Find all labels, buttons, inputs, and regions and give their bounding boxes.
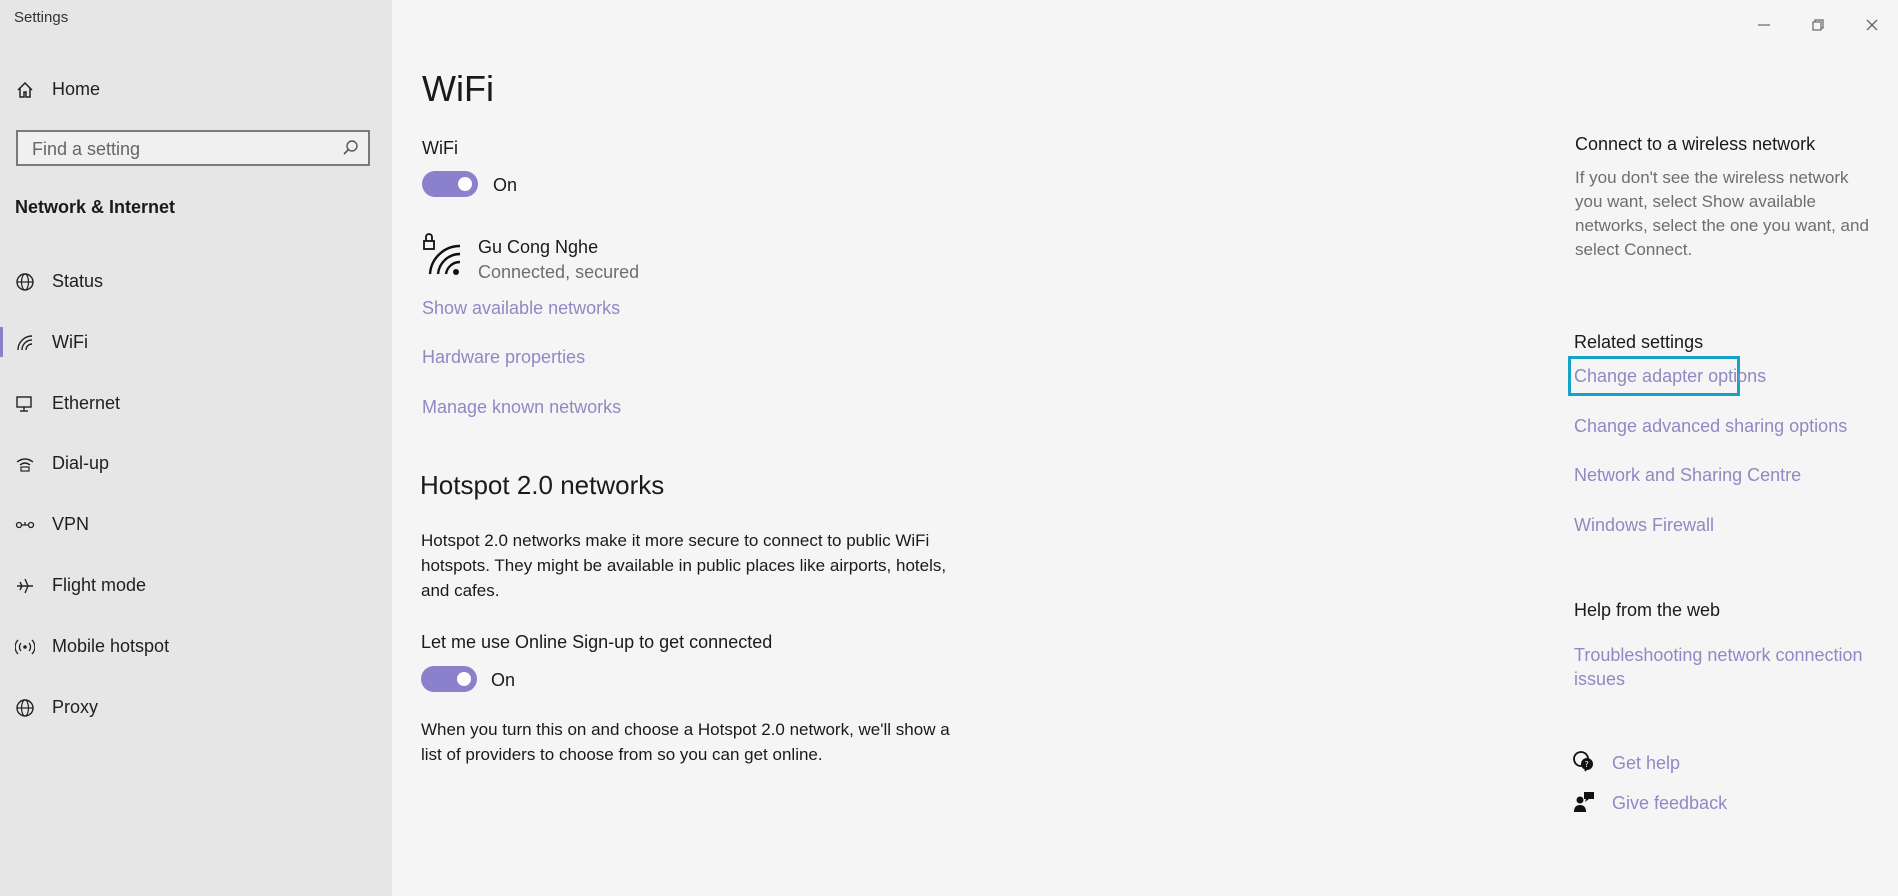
troubleshooting-link[interactable]: Troubleshooting network connection issue…: [1574, 643, 1863, 691]
windows-firewall-link[interactable]: Windows Firewall: [1574, 515, 1714, 536]
related-settings-heading: Related settings: [1574, 332, 1704, 352]
network-status: Connected, secured: [478, 262, 640, 282]
hotspot-description-line: and cafes.: [421, 581, 500, 600]
online-signup-toggle-state: On: [491, 670, 516, 690]
sidebar-item-mobile-hotspot[interactable]: Mobile hotspot: [0, 623, 392, 669]
secured-wifi-icon: [422, 232, 461, 278]
ethernet-icon: [14, 393, 36, 415]
show-available-networks-link[interactable]: Show available networks: [422, 298, 620, 319]
help-from-web-heading: Help from the web: [1574, 600, 1721, 620]
section-title: Network & Internet: [15, 197, 176, 217]
hotspot-description: Hotspot 2.0 networks make it more secure…: [421, 528, 946, 603]
sidebar-item-proxy[interactable]: Proxy: [0, 684, 392, 730]
toggle-knob: [457, 672, 471, 686]
wifi-icon: [14, 332, 36, 354]
search-box[interactable]: [16, 130, 370, 166]
sidebar-item-label: Proxy: [52, 696, 99, 717]
hotspot-heading: Hotspot 2.0 networks: [420, 470, 665, 500]
online-signup-note: When you turn this on and choose a Hotsp…: [421, 717, 950, 767]
search-input[interactable]: [30, 138, 334, 160]
sidebar-item-label: Dial-up: [52, 452, 110, 473]
sidebar-item-label: Status: [52, 270, 104, 291]
svg-text:?: ?: [1585, 760, 1589, 769]
globe-icon: [14, 271, 36, 293]
connect-wireless-heading: Connect to a wireless network: [1575, 134, 1816, 154]
restore-icon[interactable]: [1805, 12, 1831, 38]
connect-wireless-line: select Connect.: [1575, 240, 1693, 259]
hotspot-description-line: hotspots. They might be available in pub…: [421, 556, 947, 575]
online-signup-note-line: list of providers to choose from so you …: [421, 745, 823, 764]
sidebar-item-label: WiFi: [52, 331, 88, 352]
sidebar-item-wifi[interactable]: WiFi: [0, 319, 392, 365]
vpn-icon: [14, 514, 36, 536]
sidebar-item-label: Ethernet: [52, 392, 121, 413]
sidebar-item-status[interactable]: Status: [0, 258, 392, 304]
airplane-icon: [14, 575, 36, 597]
sidebar-item-label: VPN: [52, 513, 90, 534]
search-icon[interactable]: [342, 139, 360, 157]
manage-known-networks-link[interactable]: Manage known networks: [422, 397, 621, 418]
network-name[interactable]: Gu Cong Nghe: [478, 237, 598, 258]
sidebar-item-label: Flight mode: [52, 574, 147, 595]
sidebar-item-ethernet[interactable]: Ethernet: [0, 380, 392, 426]
troubleshooting-link-line: Troubleshooting network connection: [1574, 645, 1863, 665]
sidebar-item-dialup[interactable]: Dial-up: [0, 440, 392, 486]
sidebar: Settings Home Network & Internet Status …: [0, 0, 392, 896]
wifi-toggle-state: On: [493, 175, 518, 195]
wifi-label: WiFi: [422, 138, 458, 158]
change-adapter-options-link[interactable]: Change adapter options: [1574, 366, 1766, 387]
wifi-toggle[interactable]: [422, 171, 478, 197]
troubleshooting-link-line: issues: [1574, 669, 1626, 689]
online-signup-toggle[interactable]: [421, 666, 477, 692]
minimize-icon[interactable]: [1751, 12, 1777, 38]
sidebar-item-flight-mode[interactable]: Flight mode: [0, 562, 392, 608]
get-help-link[interactable]: Get help: [1612, 753, 1680, 774]
online-signup-note-line: When you turn this on and choose a Hotsp…: [421, 720, 950, 739]
sidebar-item-home[interactable]: Home: [0, 66, 392, 112]
main-content: WiFi WiFi On Gu Cong Nghe Connected, sec…: [392, 0, 1898, 896]
close-icon[interactable]: [1859, 12, 1885, 38]
hotspot-description-line: Hotspot 2.0 networks make it more secure…: [421, 531, 930, 550]
globe-icon: [14, 697, 36, 719]
get-help-icon[interactable]: ?: [1572, 750, 1596, 774]
change-advanced-sharing-link[interactable]: Change advanced sharing options: [1574, 416, 1847, 437]
network-sharing-centre-link[interactable]: Network and Sharing Centre: [1574, 465, 1801, 486]
give-feedback-link[interactable]: Give feedback: [1612, 793, 1727, 814]
connect-wireless-line: If you don't see the wireless network: [1575, 168, 1849, 187]
hardware-properties-link[interactable]: Hardware properties: [422, 347, 585, 368]
home-icon: [14, 79, 36, 101]
give-feedback-icon[interactable]: [1572, 790, 1596, 814]
connect-wireless-text: If you don't see the wireless network yo…: [1575, 166, 1869, 262]
toggle-knob: [458, 177, 472, 191]
sidebar-item-vpn[interactable]: VPN: [0, 501, 392, 547]
connect-wireless-line: you want, select Show available: [1575, 192, 1816, 211]
online-signup-label: Let me use Online Sign-up to get connect…: [421, 632, 773, 652]
home-label: Home: [52, 78, 101, 99]
dialup-icon: [14, 453, 36, 475]
app-title: Settings: [14, 9, 69, 26]
sidebar-item-label: Mobile hotspot: [52, 635, 170, 656]
connect-wireless-line: networks, select the one you want, and: [1575, 216, 1869, 235]
hotspot-icon: [14, 636, 36, 658]
page-title: WiFi: [422, 68, 494, 109]
